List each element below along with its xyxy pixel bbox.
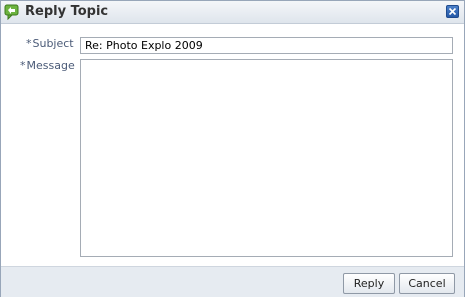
message-textarea[interactable] [80,59,453,257]
dialog-titlebar[interactable]: Reply Topic [1,1,464,24]
dialog-title: Reply Topic [25,4,109,19]
message-label-text: Message [26,59,75,72]
close-icon [448,7,457,16]
reply-button[interactable]: Reply [343,273,395,294]
close-button[interactable] [446,5,459,18]
required-marker: * [20,59,26,72]
required-marker: * [26,37,32,50]
reply-topic-icon [4,4,20,21]
reply-topic-dialog: Reply Topic *Subject *Message Reply Canc… [0,0,465,297]
dialog-body: *Subject *Message [1,24,464,266]
subject-label-text: Subject [32,37,74,50]
dialog-footer: Reply Cancel [1,266,464,297]
message-label: *Message [20,59,75,73]
subject-input[interactable] [80,37,453,54]
subject-label: *Subject [26,37,74,51]
cancel-button[interactable]: Cancel [399,273,455,294]
